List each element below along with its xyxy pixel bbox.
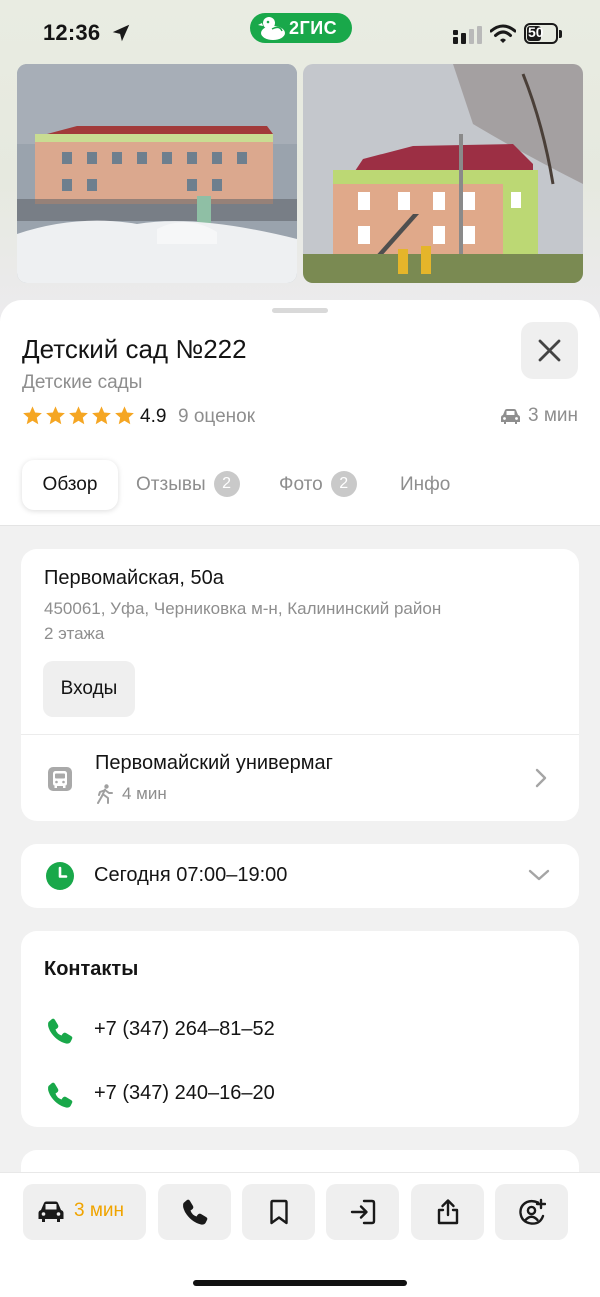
address-street[interactable]: Первомайская, 50а	[44, 567, 224, 590]
phone-row[interactable]: +7 (347) 264–81–52	[21, 1007, 579, 1055]
phone-icon	[48, 1018, 73, 1044]
rating-count: 9 оценок	[178, 406, 256, 427]
star-icon	[69, 406, 88, 425]
status-time: 12:36	[43, 20, 101, 45]
address-card: Первомайская, 50а 450061, Уфа, Черниковк…	[21, 549, 579, 821]
brand-badge[interactable]: 2ГИС	[250, 13, 352, 43]
tab-photos[interactable]: Фото 2	[279, 460, 357, 510]
transit-stop-name: Первомайский универмаг	[95, 752, 333, 774]
tab-badge: 2	[213, 471, 240, 497]
clock-icon	[46, 862, 74, 890]
drive-time-value: 3 мин	[527, 405, 578, 426]
bus-icon	[48, 767, 72, 791]
entrances-button[interactable]: Входы	[43, 661, 135, 717]
star-icon	[46, 406, 65, 425]
bookmark-button[interactable]	[242, 1184, 315, 1240]
tab-label: Обзор	[42, 474, 98, 495]
address-floors: 2 этажа	[44, 624, 105, 643]
signal-icon	[453, 26, 482, 44]
rating-value: 4.9	[140, 406, 167, 427]
enter-icon	[350, 1199, 375, 1225]
sheet-header: Детский сад №222 Детские сады 4.9 9 оцен…	[0, 300, 600, 526]
place-photo-1[interactable]	[17, 64, 297, 283]
status-bar: 12:36 2ГИС 50	[0, 0, 600, 62]
phone-row[interactable]: +7 (347) 240–16–20	[21, 1071, 579, 1119]
tab-badge: 2	[330, 471, 357, 497]
transit-stop-row[interactable]: Первомайский универмаг 4 мин	[21, 735, 579, 821]
transit-walk-time: 4 мин	[122, 784, 167, 803]
share-button[interactable]	[411, 1184, 484, 1240]
battery-cap	[559, 30, 562, 38]
add-friend-icon	[518, 1198, 546, 1225]
brand-duck-icon	[258, 17, 285, 40]
tab-info[interactable]: Инфо	[400, 460, 450, 510]
car-icon	[38, 1201, 64, 1222]
tab-label: Отзывы	[136, 474, 206, 495]
home-indicator[interactable]	[193, 1280, 407, 1286]
call-button[interactable]	[158, 1184, 231, 1240]
entrance-button[interactable]	[326, 1184, 399, 1240]
walk-icon	[97, 784, 113, 804]
star-icon	[115, 406, 134, 425]
phone-icon	[182, 1199, 207, 1225]
contacts-card: Контакты +7 (347) 264–81–52 +7 (347) 240…	[21, 931, 579, 1127]
chevron-right-icon	[535, 768, 547, 788]
tab-label: Инфо	[400, 474, 451, 495]
place-category[interactable]: Детские сады	[22, 372, 142, 394]
star-icon	[23, 406, 42, 425]
car-icon	[500, 409, 520, 424]
place-sheet: Детский сад №222 Детские сады 4.9 9 оцен…	[0, 300, 600, 1297]
bookmark-icon	[269, 1199, 288, 1225]
place-photo-2[interactable]	[303, 64, 583, 283]
close-icon	[538, 339, 561, 362]
address-details: 450061, Уфа, Черниковка м-н, Калининский…	[44, 599, 442, 618]
close-button[interactable]	[521, 322, 578, 379]
phone-icon	[48, 1082, 73, 1108]
action-bar: 3 мин	[0, 1172, 600, 1297]
tab-label: Фото	[279, 474, 323, 495]
tab-reviews[interactable]: Отзывы 2	[136, 460, 240, 510]
rating-stars	[22, 404, 134, 428]
add-friend-button[interactable]	[495, 1184, 568, 1240]
drive-time[interactable]: 3 мин	[500, 405, 578, 429]
hours-text: Сегодня 07:00–19:00	[94, 864, 288, 886]
contacts-title: Контакты	[44, 958, 139, 980]
tab-overview[interactable]: Обзор	[22, 460, 118, 510]
location-arrow-icon	[112, 24, 130, 42]
top-area: 12:36 2ГИС 50	[0, 0, 600, 320]
hours-card[interactable]: Сегодня 07:00–19:00	[21, 844, 579, 908]
phone-number: +7 (347) 240–16–20	[94, 1082, 275, 1104]
battery-icon: 50	[524, 23, 558, 44]
wifi-icon	[490, 24, 516, 43]
battery-percent: 50	[528, 24, 544, 40]
route-button[interactable]: 3 мин	[23, 1184, 146, 1240]
star-icon	[92, 406, 111, 425]
place-title: Детский сад №222	[22, 334, 247, 364]
route-time: 3 мин	[74, 1200, 125, 1221]
brand-name: 2ГИС	[289, 18, 338, 38]
sheet-grabber[interactable]	[272, 308, 328, 313]
phone-number: +7 (347) 264–81–52	[94, 1018, 275, 1040]
chevron-down-icon	[528, 869, 550, 881]
share-icon	[437, 1199, 458, 1225]
